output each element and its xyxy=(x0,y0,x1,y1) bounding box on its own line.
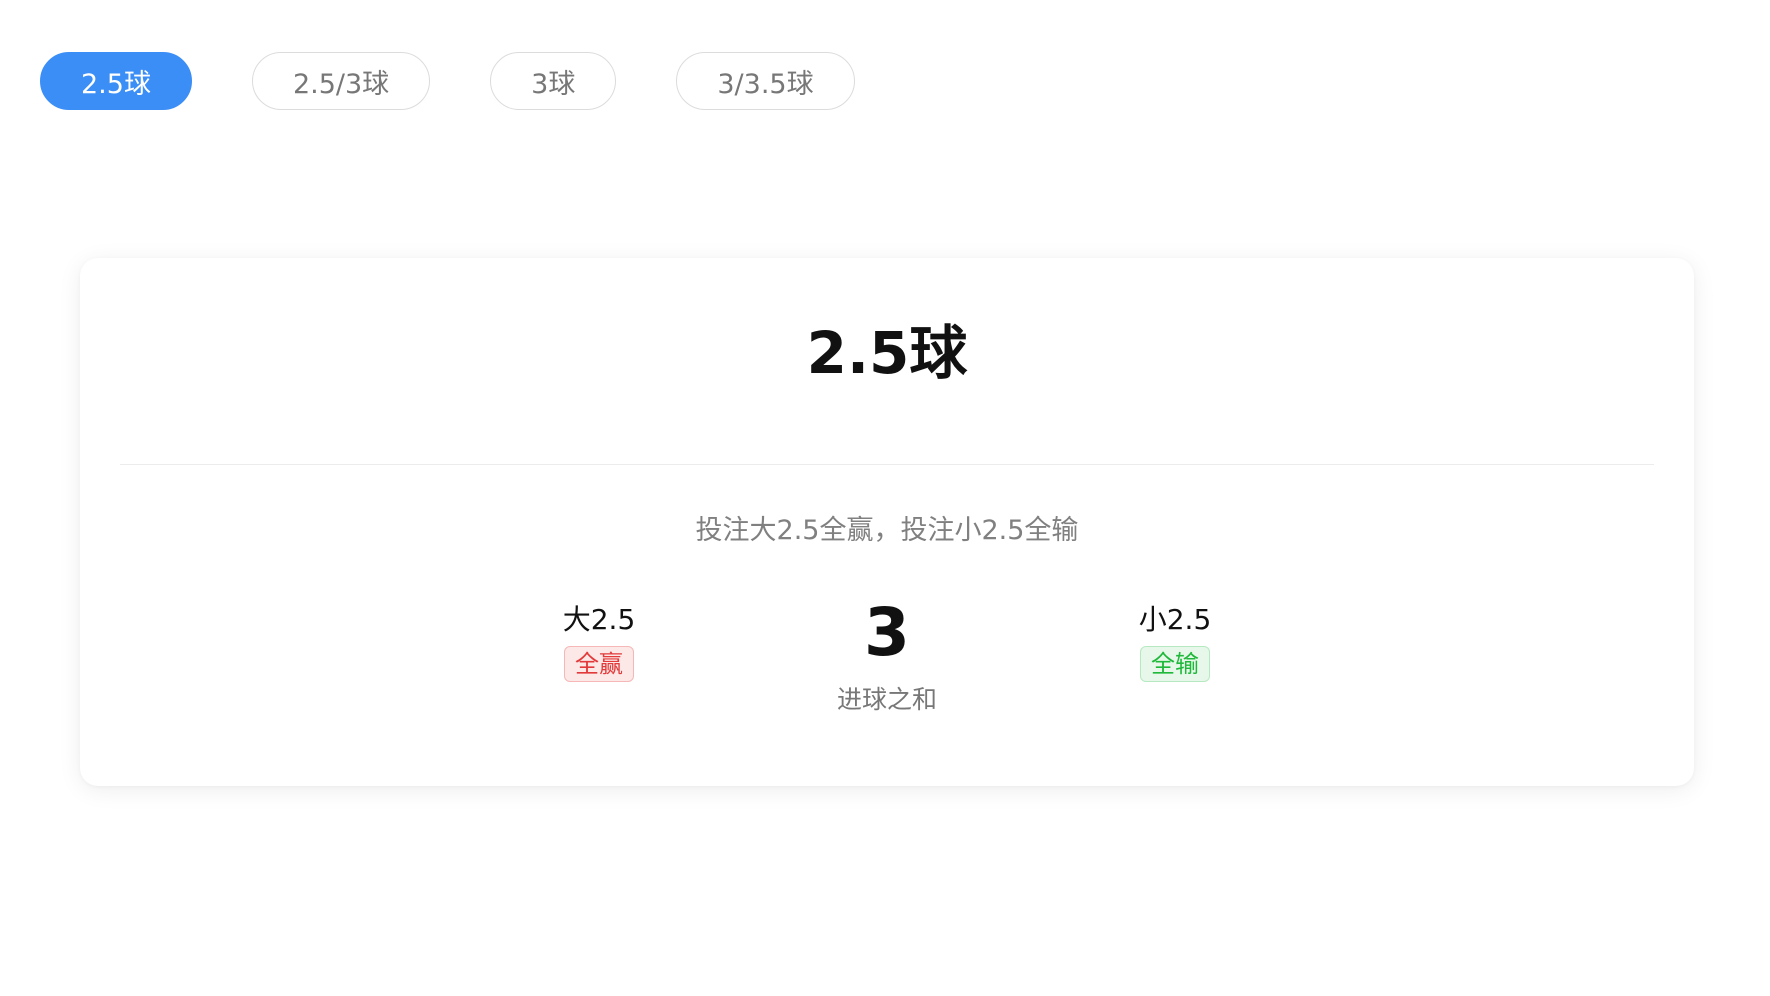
under-label: 小2.5 xyxy=(1138,603,1212,636)
over-result-badge: 全赢 xyxy=(564,646,634,682)
tab-3[interactable]: 3球 xyxy=(490,52,617,110)
divider xyxy=(120,464,1654,465)
tab-3-3-5[interactable]: 3/3.5球 xyxy=(676,52,855,110)
tab-2-5[interactable]: 2.5球 xyxy=(40,52,192,110)
total-goals-block: 3 进球之和 xyxy=(787,600,987,716)
card-title: 2.5球 xyxy=(806,319,968,387)
under-result: 小2.5 全输 xyxy=(1075,606,1275,682)
under-result-badge: 全输 xyxy=(1140,646,1210,682)
over-result: 大2.5 全赢 xyxy=(499,606,699,682)
total-goals-label: 进球之和 xyxy=(836,685,937,714)
bet-description: 投注大2.5全赢，投注小2.5全输 xyxy=(695,515,1079,546)
total-goals-value: 3 xyxy=(864,594,910,671)
over-label: 大2.5 xyxy=(562,603,636,636)
handicap-tabs: 2.5球 2.5/3球 3球 3/3.5球 xyxy=(40,52,855,110)
tab-2-5-3[interactable]: 2.5/3球 xyxy=(251,52,431,110)
result-card: 2.5球 投注大2.5全赢，投注小2.5全输 大2.5 全赢 3 进球之和 小2… xyxy=(80,258,1694,786)
